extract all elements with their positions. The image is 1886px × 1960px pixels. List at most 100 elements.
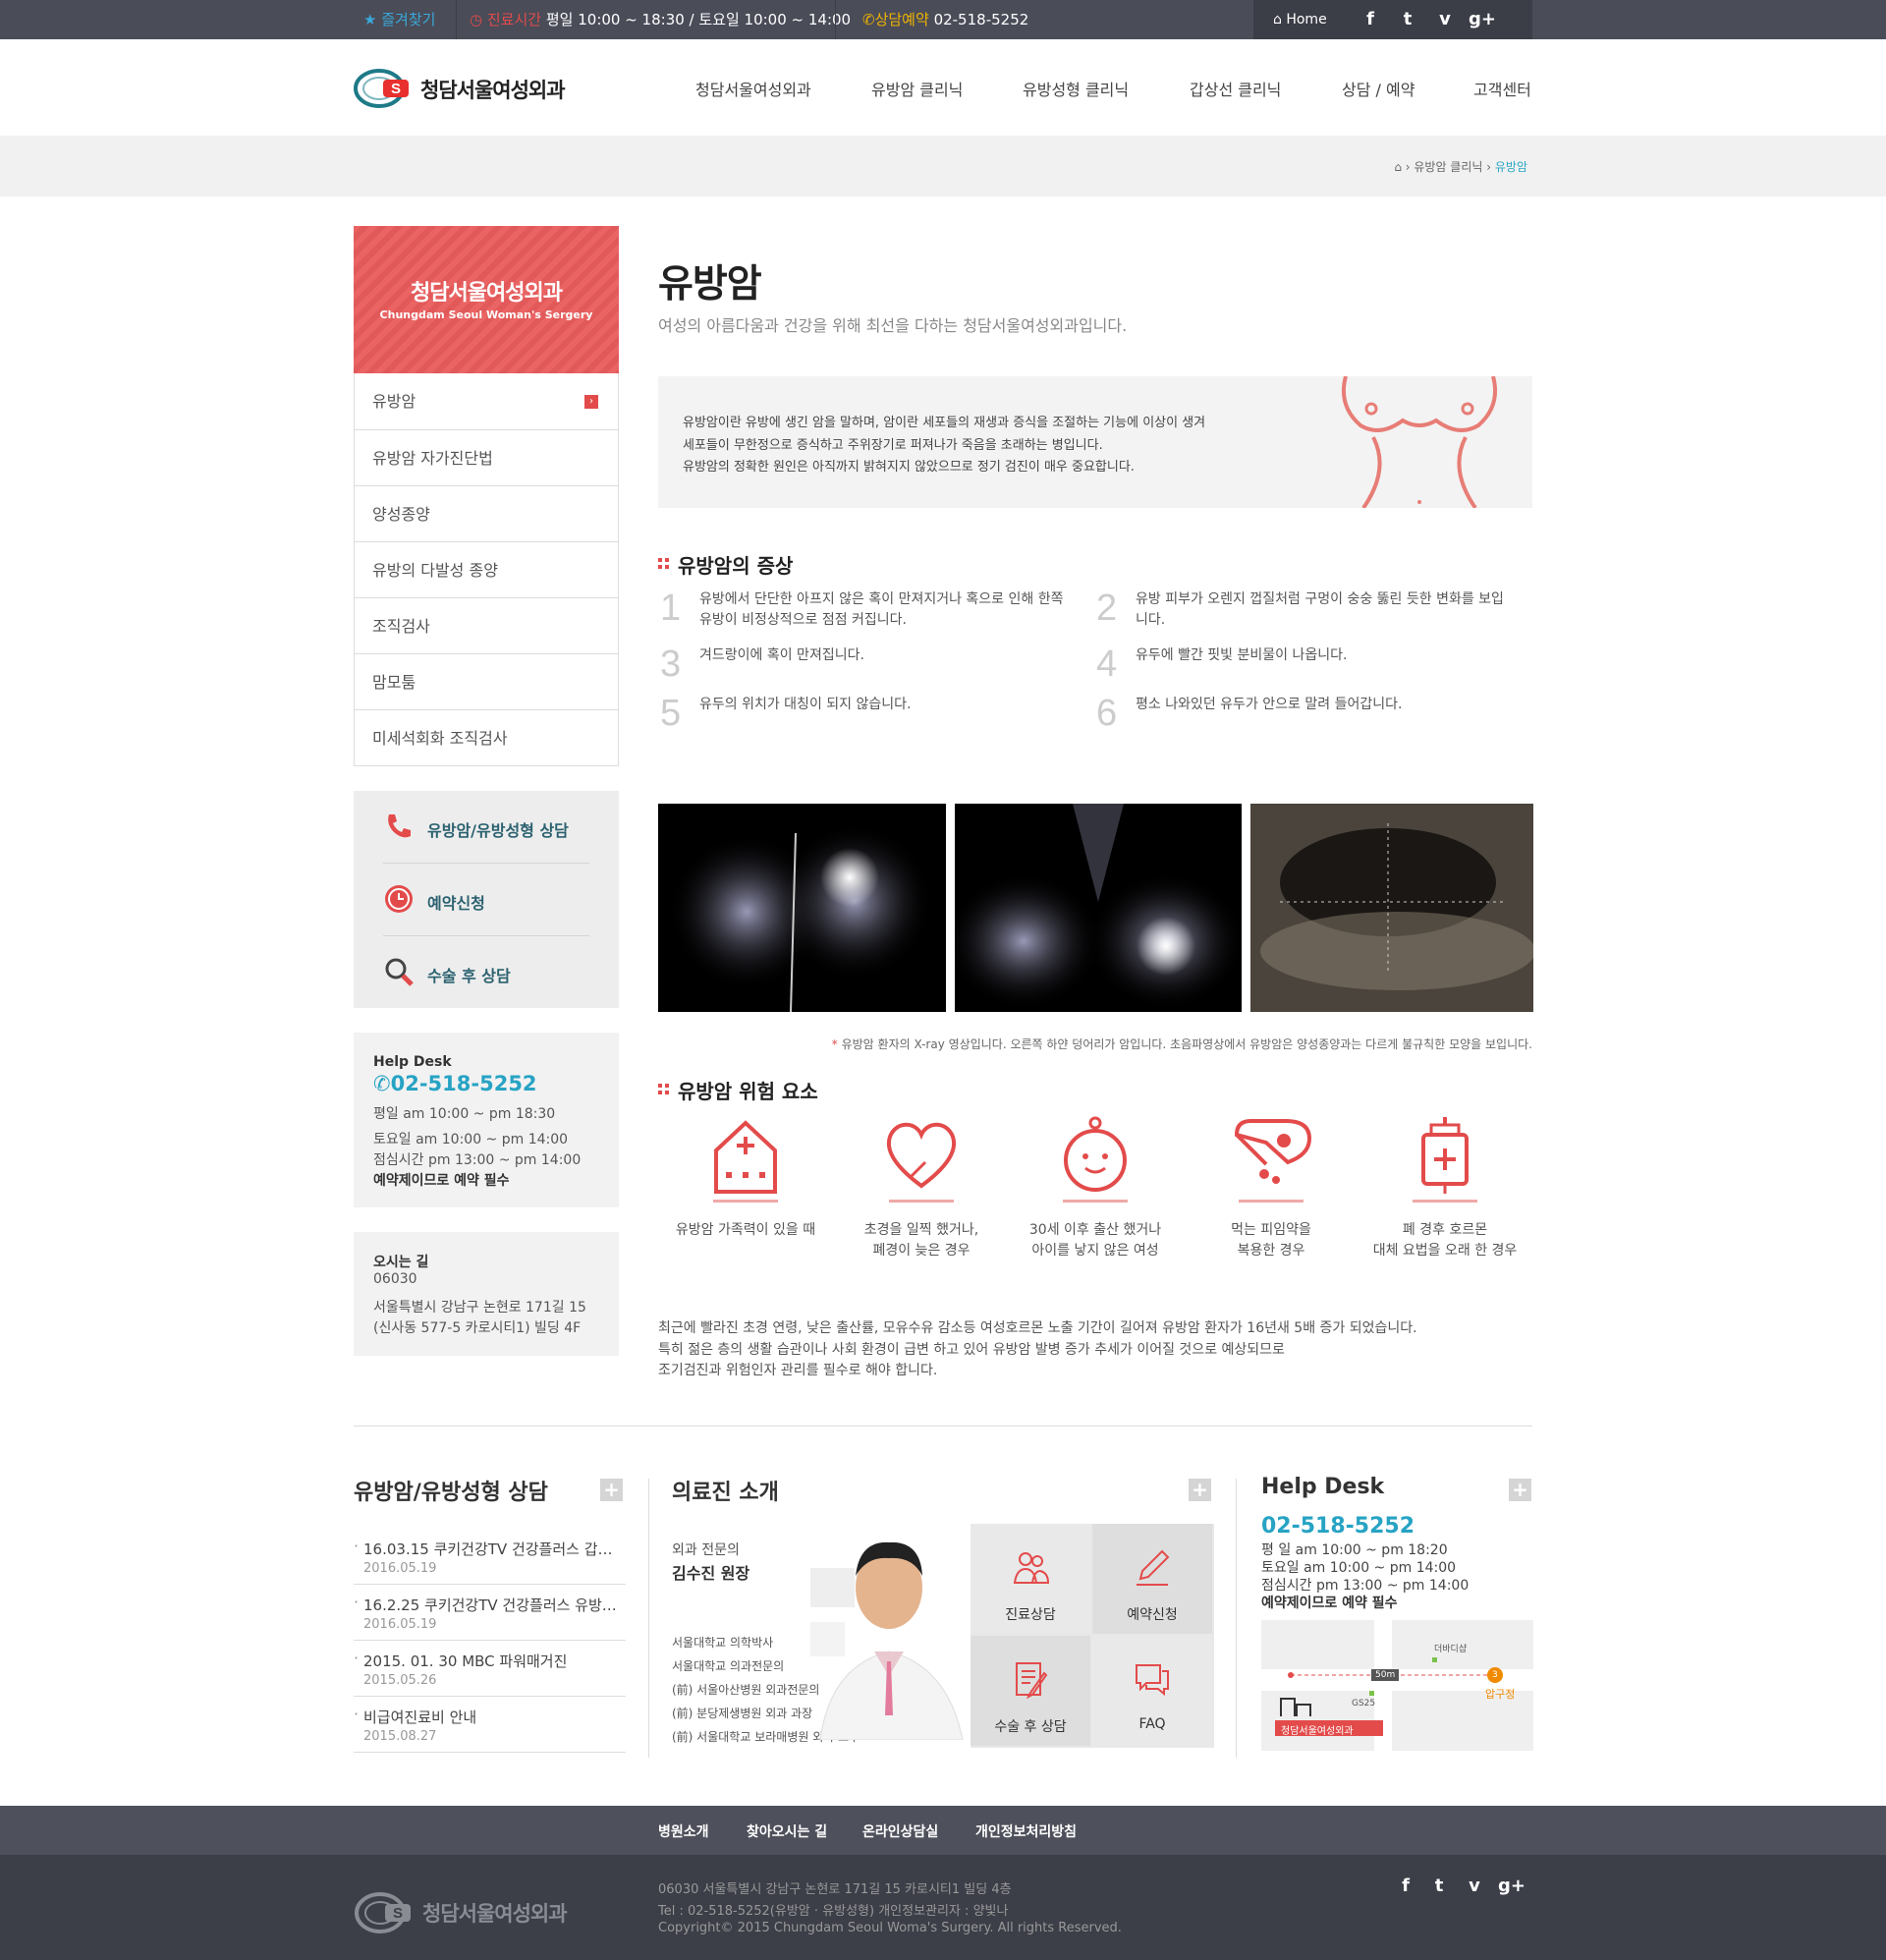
nav-item[interactable]: 유방성형 클리닉 [1023,77,1129,100]
heart-icon [886,1122,957,1189]
hospital-icon [714,1120,777,1194]
plus-icon[interactable]: + [1509,1479,1531,1501]
google-plus-icon[interactable]: g+ [1493,1867,1530,1906]
nav-item[interactable]: 고객센터 [1473,77,1531,100]
home-link[interactable]: ⌂ Home [1273,0,1327,39]
tile-faq[interactable]: FAQ [1092,1636,1212,1746]
intro-box: 유방암이란 유방에 생긴 암을 말하며, 암이란 세포들의 재생과 증식을 조절… [658,376,1532,508]
footer-link[interactable]: 찾아오시는 길 [747,1821,827,1841]
pen-icon [1137,1549,1170,1586]
quick-postop-button[interactable]: 수술 후 상담 [383,936,589,1009]
chat-people-icon [1013,1552,1050,1584]
risk-item: 유방암 가족력이 있을 때 [667,1115,824,1241]
twitter-icon[interactable]: t [1389,0,1426,39]
sidebar-item[interactable]: 유방암 자가진단법 [355,429,618,485]
xray-image [955,804,1242,1012]
footer: S 청담서울여성외과 06030 서울특별시 강남구 논현로 171길 15 카… [0,1855,1886,1960]
twitter-icon[interactable]: t [1420,1867,1458,1906]
doctor-title: 의료진 소개 [672,1481,779,1505]
favorite-link[interactable]: ★ 즐겨찾기 [363,0,435,39]
social-bar: ⌂ Home f t v g+ [1253,0,1532,39]
search-icon [385,958,414,986]
risk-item: 먹는 피임약을 복용한 경우 [1193,1115,1350,1261]
sidebar-item[interactable]: 양성종양 [355,485,618,541]
sidebar-item[interactable]: 유방암 › [355,373,618,429]
home-icon[interactable]: ⌂ [1394,160,1402,174]
sidebar-item[interactable]: 맘모툼 [355,653,618,709]
home-icon: ⌂ [1273,12,1282,28]
divider [456,0,457,39]
tile-postop[interactable]: 수술 후 상담 [971,1636,1090,1746]
breadcrumb: ⌂ › 유방암 클리닉 › 유방암 [1394,160,1527,174]
top-bar: ★ 즐겨찾기 ◷ 진료시간 평일 10:00 ~ 18:30 / 토요일 10:… [0,0,1886,39]
phone-icon [388,814,411,838]
vimeo-icon[interactable]: v [1456,1867,1493,1906]
nav-item[interactable]: 갑상선 클리닉 [1190,77,1281,100]
list-item[interactable]: 2015. 01. 30 MBC 파워매거진2015.05.26 [354,1641,626,1697]
risk-item: 30세 이후 출산 했거나 아이를 낳지 않은 여성 [1017,1115,1174,1261]
list-item[interactable]: 16.03.15 쿠키건강TV 건강플러스 갑…2016.05.19 [354,1529,626,1585]
tile-reserve[interactable]: 예약신청 [1092,1524,1212,1634]
list-item[interactable]: 16.2.25 쿠키건강TV 건강플러스 유방…2016.05.19 [354,1585,626,1641]
chevron-right-icon: › [584,395,598,409]
clock-icon: ◷ [470,11,483,28]
quick-tiles: 진료상담 예약신청 수술 후 상담 FAQ [971,1524,1214,1748]
sidebar-subtitle: Chungdam Seoul Woman's Sergery [379,308,593,321]
nav-item[interactable]: 청담서울여성외과 [695,77,811,100]
footer-link[interactable]: 개인정보처리방침 [975,1821,1077,1841]
address-box: 오시는 길 06030 서울특별시 강남구 논현로 171길 15 (신사동 5… [354,1232,619,1356]
speech-bubble-icon [1136,1664,1169,1697]
plus-icon[interactable]: + [1189,1479,1211,1501]
footer-link[interactable]: 병원소개 [658,1821,709,1841]
risk-item: 초경을 일찍 했거나, 폐경이 늦은 경우 [843,1115,1000,1261]
baby-icon [1064,1116,1127,1192]
risk-paragraph: 최근에 빨라진 초경 연령, 낮은 출산률, 모유수유 감소등 여성호르몬 노출… [658,1320,1417,1336]
location-map[interactable]: 더바디샵 50m 3 압구정 GS25 청담서울여성외과 [1261,1620,1533,1751]
divider [835,0,836,39]
news-list: 16.03.15 쿠키건강TV 건강플러스 갑…2016.05.19 16.2.… [354,1529,626,1753]
sidebar-item[interactable]: 미세석회화 조직검사 [355,709,618,765]
logo-icon[interactable]: S [354,68,411,109]
phone-icon: ✆ [862,11,875,28]
footer-link[interactable]: 온라인상담실 [862,1821,938,1841]
svg-text:S: S [391,81,401,97]
sidebar-nav: 유방암 › 유방암 자가진단법 양성종양 유방의 다발성 종양 조직검사 맘모툼 … [354,373,619,766]
star-icon: ★ [363,11,377,28]
nav-item[interactable]: 유방암 클리닉 [871,77,963,100]
sidebar-title: 청담서울여성외과 [411,281,563,306]
svg-text:S: S [393,1905,403,1922]
list-item[interactable]: 비급여진료비 안내2015.08.27 [354,1697,626,1753]
sidebar-header: 청담서울여성외과 Chungdam Seoul Woman's Sergery [354,226,619,373]
image-caption: * 유방암 환자의 X-ray 영상입니다. 오른쪽 하얀 덩어리가 암입니다.… [831,1037,1532,1051]
nav-item[interactable]: 상담 / 예약 [1342,77,1414,100]
risk-title: 유방암 위험 요소 [658,1076,818,1104]
risk-item: 폐 경후 호르몬 대체 요법을 오래 한 경우 [1366,1115,1524,1261]
page-subtitle: 여성의 아름다움과 건강을 위해 최선을 다하는 청담서울여성외과입니다. [658,316,1128,335]
divider [354,1426,1532,1427]
pill-icon [1234,1119,1312,1184]
footer-nav: 병원소개 찾아오시는 길 온라인상담실 개인정보처리방침 [0,1806,1886,1855]
xray-image [658,804,946,1012]
symptoms-title: 유방암의 증상 [658,550,793,579]
risk-paragraph: 특히 젊은 층의 생활 습관이나 사회 환경이 급변 하고 있어 유방암 발병 … [658,1342,1285,1358]
helpdesk-title: Help Desk [1261,1475,1385,1499]
hours-info: ◷ 진료시간 평일 10:00 ~ 18:30 / 토요일 10:00 ~ 14… [470,11,852,28]
facebook-icon[interactable]: f [1387,1867,1424,1906]
logo-text[interactable]: 청담서울여성외과 [420,75,566,104]
doctor-photo [810,1541,964,1740]
sidebar-item[interactable]: 유방의 다발성 종양 [355,541,618,597]
iv-bag-icon [1421,1117,1469,1194]
page-title: 유방암 [658,262,762,307]
google-plus-icon[interactable]: g+ [1464,0,1501,39]
document-icon [1016,1662,1048,1699]
sidebar-item[interactable]: 조직검사 [355,597,618,653]
plus-icon[interactable]: + [600,1479,623,1501]
quick-reserve-button[interactable]: 예약신청 [383,864,589,936]
vimeo-icon[interactable]: v [1426,0,1464,39]
helpdesk-box: Help Desk ✆02-518-5252 평일 am 10:00 ~ pm … [354,1033,619,1207]
quick-consult-button[interactable]: 유방암/유방성형 상담 [383,791,589,864]
tile-consult[interactable]: 진료상담 [971,1524,1090,1634]
footer-logo-text: 청담서울여성외과 [422,1902,568,1926]
facebook-icon[interactable]: f [1352,0,1389,39]
bullet-icon [658,558,669,569]
